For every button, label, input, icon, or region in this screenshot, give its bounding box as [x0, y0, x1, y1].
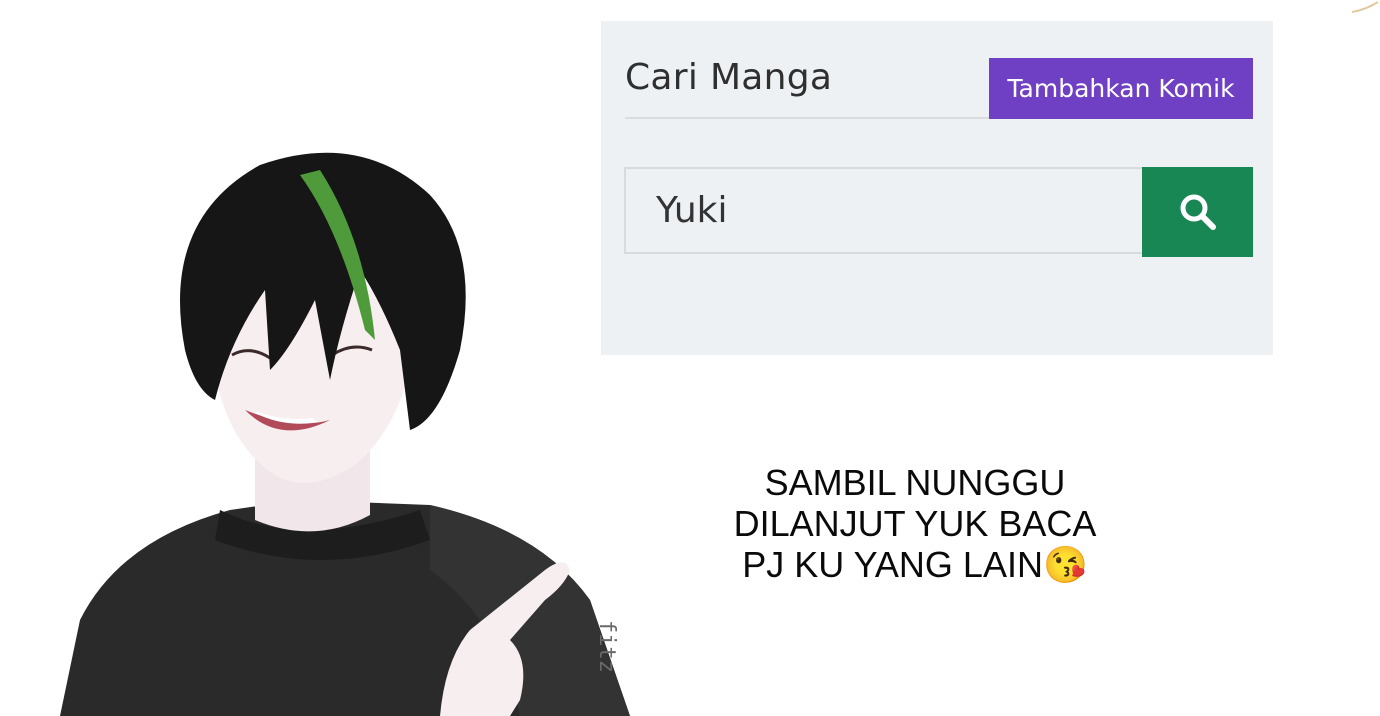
- search-panel: Cari Manga Tambahkan Komik: [601, 21, 1273, 355]
- caption-line: PJ KU YANG LAIN😘: [742, 544, 1088, 585]
- corner-decoration: [1351, 1, 1379, 13]
- caption-line: DILANJUT YUK BACA: [733, 503, 1097, 544]
- search-button[interactable]: [1142, 167, 1253, 257]
- svg-text:fitz: fitz: [594, 620, 619, 673]
- panel-divider: [625, 117, 991, 119]
- caption-line: SAMBIL NUNGGU: [764, 462, 1066, 503]
- search-input[interactable]: [624, 167, 1144, 254]
- panel-title: Cari Manga: [625, 57, 833, 98]
- caption-text: SAMBIL NUNGGU DILANJUT YUK BACA PJ KU YA…: [690, 462, 1140, 585]
- search-icon: [1180, 194, 1216, 230]
- character-illustration: fitz: [60, 152, 630, 716]
- add-comic-button[interactable]: Tambahkan Komik: [989, 58, 1253, 119]
